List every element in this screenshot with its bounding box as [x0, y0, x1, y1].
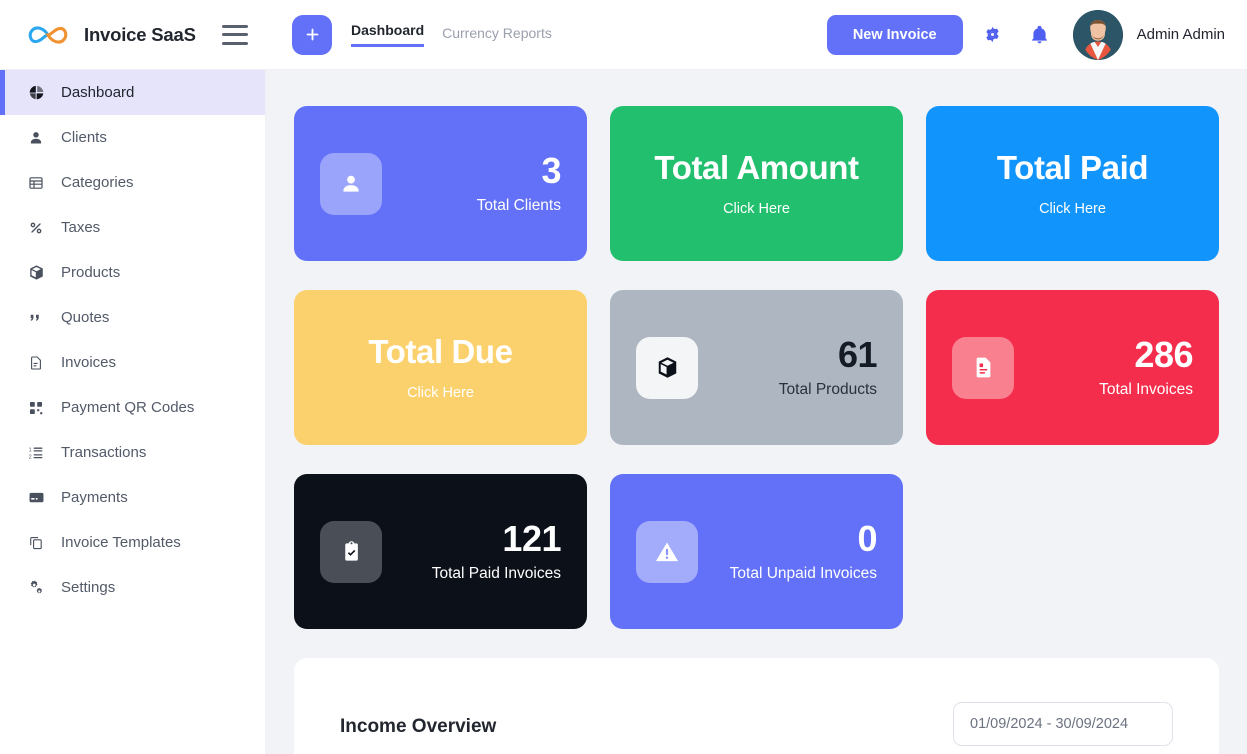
ordered-list-icon: 1 2	[27, 444, 45, 462]
sidebar-item-settings[interactable]: Settings	[0, 565, 265, 610]
card-text: 61 Total Products	[698, 334, 878, 399]
card-total-paid-invoices[interactable]: 121 Total Paid Invoices	[294, 474, 587, 629]
card-value: 0	[857, 518, 877, 560]
bell-icon[interactable]	[1023, 18, 1057, 52]
sidebar-item-label: Quotes	[61, 309, 110, 326]
hamburger-menu-icon[interactable]	[221, 24, 248, 45]
card-value: 121	[502, 518, 561, 560]
table-list-icon	[27, 174, 45, 192]
box-icon	[27, 264, 45, 282]
top-bar: Invoice SaaS Dashboard Currency Reports …	[0, 0, 1247, 70]
sidebar-item-invoice-templates[interactable]: Invoice Templates	[0, 520, 265, 565]
sidebar-item-quotes[interactable]: Quotes	[0, 295, 265, 340]
card-text: 286 Total Invoices	[1014, 336, 1193, 399]
tab-bar: Dashboard Currency Reports	[351, 22, 552, 47]
sidebar-item-label: Taxes	[61, 219, 101, 236]
warning-triangle-icon	[636, 520, 698, 583]
svg-text:1: 1	[29, 447, 32, 453]
card-value: 61	[837, 334, 878, 376]
sidebar-item-label: Invoice Templates	[61, 534, 181, 551]
sidebar-item-label: Settings	[61, 579, 116, 596]
card-label: Total Paid Invoices	[431, 564, 561, 582]
income-overview-title: Income Overview	[340, 716, 497, 737]
user-name: Admin Admin	[1136, 26, 1225, 43]
tab-currency-reports[interactable]: Currency Reports	[442, 25, 552, 44]
sidebar-item-categories[interactable]: Categories	[0, 160, 265, 205]
pie-chart-icon	[27, 84, 45, 102]
sidebar-item-label: Invoices	[61, 354, 117, 371]
main-content: 3 Total Clients Total Amount Click Here …	[266, 70, 1247, 754]
card-total-due[interactable]: Total Due Click Here	[294, 290, 587, 445]
copy-icon	[27, 534, 45, 552]
card-title: Total Amount	[654, 148, 859, 186]
sidebar-item-payment-qr-codes[interactable]: Payment QR Codes	[0, 385, 265, 430]
add-tab-button[interactable]	[292, 14, 332, 55]
sidebar-item-label: Dashboard	[61, 84, 135, 101]
sidebar-item-invoices[interactable]: Invoices	[0, 340, 265, 385]
card-text: 121 Total Paid Invoices	[382, 518, 562, 583]
app-root: Invoice SaaS Dashboard Currency Reports …	[0, 0, 1247, 754]
body-row: Dashboard Clients Categories Taxes Produ…	[0, 70, 1247, 754]
card-total-invoices[interactable]: 286 Total Invoices	[926, 290, 1219, 445]
gear-icon[interactable]	[976, 18, 1010, 52]
brand-name: Invoice SaaS	[84, 23, 196, 45]
tab-dashboard[interactable]: Dashboard	[351, 22, 425, 47]
stat-card-grid: 3 Total Clients Total Amount Click Here …	[294, 106, 1219, 629]
avatar[interactable]	[1072, 9, 1123, 60]
card-label: Total Clients	[476, 196, 561, 214]
infinity-logo-icon	[26, 20, 70, 50]
card-text: 0 Total Unpaid Invoices	[698, 518, 878, 583]
box-icon	[636, 336, 698, 399]
card-title: Total Due	[368, 332, 513, 370]
sidebar-item-label: Categories	[61, 174, 134, 191]
top-bar-right: Dashboard Currency Reports New Invoice A…	[266, 0, 1247, 69]
card-label: Total Products	[778, 380, 877, 398]
invoice-document-icon	[952, 336, 1014, 399]
card-text: 3 Total Clients	[382, 150, 562, 215]
credit-card-icon	[27, 489, 45, 507]
new-invoice-button[interactable]: New Invoice	[826, 14, 963, 55]
card-label: Total Unpaid Invoices	[729, 564, 877, 582]
income-overview-panel: Income Overview	[294, 658, 1219, 754]
card-value: 286	[1134, 334, 1193, 376]
card-total-amount[interactable]: Total Amount Click Here	[610, 106, 903, 261]
sidebar: Dashboard Clients Categories Taxes Produ…	[0, 70, 266, 754]
card-link[interactable]: Click Here	[1039, 201, 1106, 217]
card-value: 3	[541, 150, 561, 192]
card-link[interactable]: Click Here	[407, 385, 474, 401]
percent-icon	[27, 219, 45, 237]
sidebar-item-label: Products	[61, 264, 121, 281]
card-label: Total Invoices	[1099, 380, 1193, 398]
qr-code-icon	[27, 399, 45, 417]
sidebar-item-payments[interactable]: Payments	[0, 475, 265, 520]
card-total-products[interactable]: 61 Total Products	[610, 290, 903, 445]
sidebar-item-label: Payment QR Codes	[61, 399, 195, 416]
sidebar-item-taxes[interactable]: Taxes	[0, 205, 265, 250]
sidebar-item-dashboard[interactable]: Dashboard	[0, 70, 265, 115]
sidebar-item-label: Transactions	[61, 444, 147, 461]
clipboard-check-icon	[320, 520, 382, 583]
sidebar-item-clients[interactable]: Clients	[0, 115, 265, 160]
sidebar-item-transactions[interactable]: 1 2 Transactions	[0, 430, 265, 475]
card-total-clients[interactable]: 3 Total Clients	[294, 106, 587, 261]
card-total-unpaid-invoices[interactable]: 0 Total Unpaid Invoices	[610, 474, 903, 629]
card-title: Total Paid	[996, 148, 1149, 186]
person-icon	[320, 152, 382, 215]
gears-icon	[27, 579, 45, 597]
sidebar-item-products[interactable]: Products	[0, 250, 265, 295]
sidebar-item-label: Clients	[61, 129, 107, 146]
quote-icon	[27, 309, 45, 327]
card-total-paid[interactable]: Total Paid Click Here	[926, 106, 1219, 261]
svg-text:2: 2	[29, 454, 32, 460]
document-icon	[27, 354, 45, 372]
brand-zone: Invoice SaaS	[0, 0, 266, 69]
person-icon	[27, 129, 45, 147]
sidebar-item-label: Payments	[61, 489, 128, 506]
date-range-input[interactable]	[953, 702, 1173, 746]
card-link[interactable]: Click Here	[723, 201, 790, 217]
